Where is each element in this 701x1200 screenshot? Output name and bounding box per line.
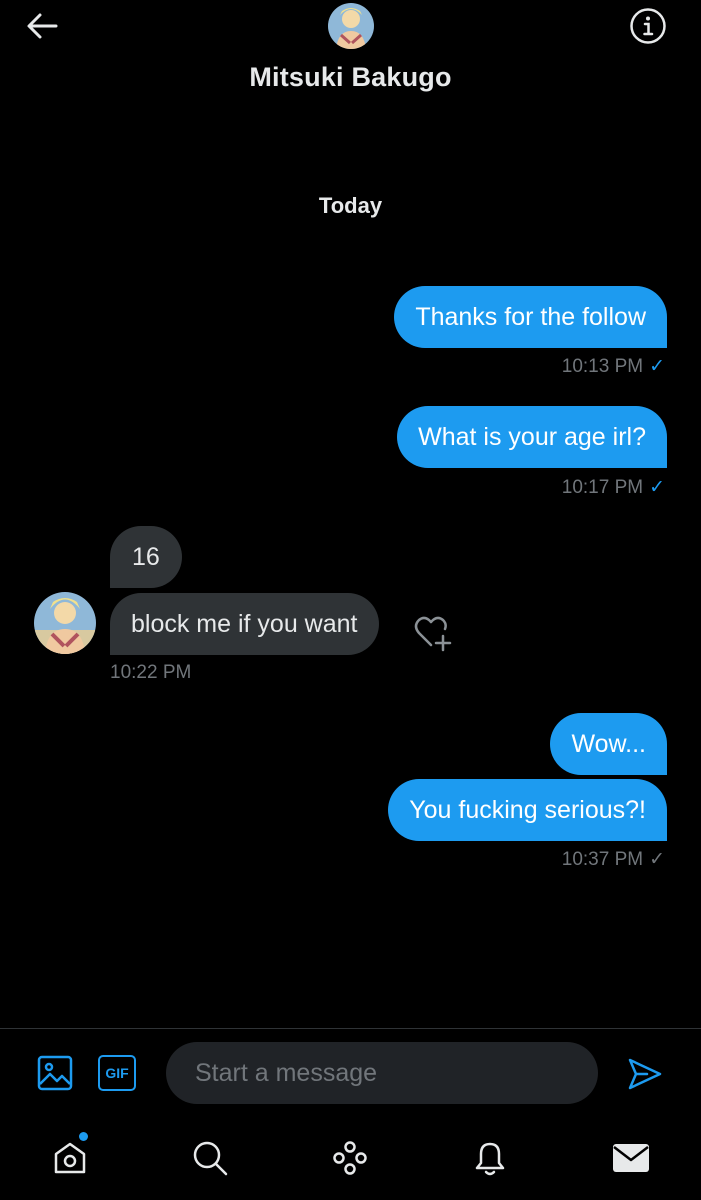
notifications-icon [475,1142,505,1176]
conversation-info-button[interactable] [629,7,667,45]
read-check-icon: ✓ [649,477,665,498]
heart-plus-icon [414,616,452,652]
nav-search[interactable] [188,1136,232,1180]
sent-message-bubble[interactable]: Wow... [550,713,667,775]
message-timestamp: 10:22 PM [110,662,191,684]
home-icon [54,1142,86,1174]
send-icon [628,1058,662,1090]
date-divider: Today [318,193,383,218]
avatar-image [328,3,374,49]
nav-notifications[interactable] [468,1136,512,1180]
avatar-image [34,592,96,654]
image-icon [37,1055,73,1091]
message-text: What is your age irl? [418,423,646,451]
nav-home[interactable] [48,1136,92,1180]
add-media-button[interactable] [36,1054,74,1092]
conversation-header: Mitsuki Bakugo [0,0,701,110]
timestamp-text: 10:22 PM [110,662,192,683]
arrow-left-icon [27,13,58,39]
nav-messages[interactable] [609,1136,653,1180]
nav-spaces[interactable] [328,1136,372,1180]
received-message-bubble[interactable]: 16 [110,526,182,588]
sent-message-bubble[interactable]: Thanks for the follow [394,286,667,348]
sent-message-bubble[interactable]: What is your age irl? [397,406,667,468]
message-text: 16 [132,543,160,571]
message-text: You fucking serious?! [409,796,646,824]
message-text: Wow... [571,730,646,758]
info-circle-icon [630,8,666,44]
send-button[interactable] [626,1055,664,1093]
composer-divider [0,1028,701,1029]
message-input[interactable] [166,1042,598,1104]
read-check-icon: ✓ [649,356,665,377]
bottom-navigation [0,1118,701,1200]
timestamp-text: 10:17 PM [561,477,644,498]
gif-button[interactable]: GIF [98,1055,136,1091]
contact-name[interactable]: Mitsuki Bakugo [0,62,701,93]
home-notification-dot [79,1132,88,1141]
timestamp-text: 10:13 PM [561,356,644,377]
contact-avatar[interactable] [34,592,96,654]
gif-label: GIF [105,1065,129,1081]
search-icon [193,1141,228,1176]
back-button[interactable] [22,6,62,46]
message-text: Thanks for the follow [415,303,646,331]
spaces-icon [333,1141,367,1175]
message-timestamp: 10:17 PM ✓ [562,476,665,499]
add-reaction-button[interactable] [411,612,455,654]
message-timestamp: 10:13 PM ✓ [562,355,665,378]
message-text: block me if you want [131,610,358,638]
messages-icon [613,1144,649,1172]
received-message-bubble[interactable]: block me if you want [110,593,379,655]
sent-message-bubble[interactable]: You fucking serious?! [388,779,667,841]
contact-avatar[interactable] [328,3,374,49]
message-timestamp: 10:37 PM ✓ [562,848,665,871]
timestamp-text: 10:37 PM [561,849,644,870]
sent-check-icon: ✓ [649,849,665,870]
